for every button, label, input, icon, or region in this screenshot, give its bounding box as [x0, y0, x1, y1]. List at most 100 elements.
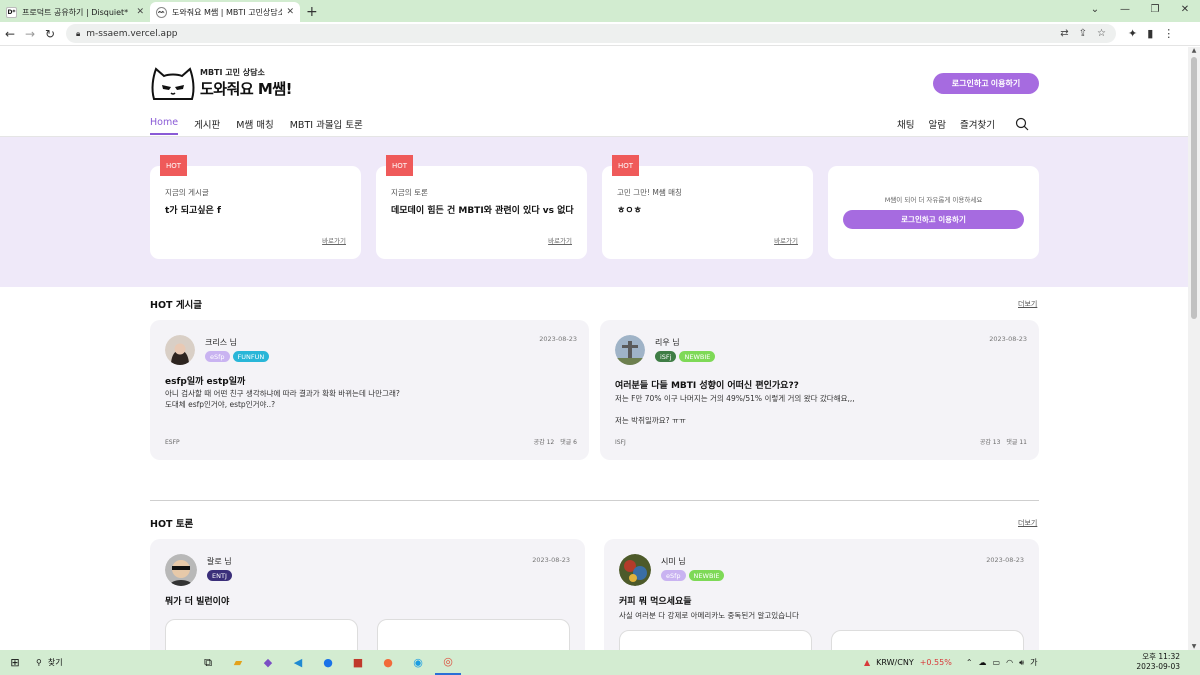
post-body-line: 저는 F만 70% 이구 나머지는 거의 49%/51% 이렇게 거의 왔다 갔…	[615, 394, 855, 403]
go-link[interactable]: 바로가기	[322, 235, 346, 245]
hot-card-title: ㅎㅇㅎ	[617, 206, 642, 216]
post-author: 리우 님	[655, 338, 680, 347]
hot-debate-card[interactable]: HOT 지금의 토론 데모데이 힘든 건 MBTI와 관련이 있다 vs 없다 …	[376, 155, 587, 259]
avatar	[165, 335, 195, 365]
hot-posts-more-link[interactable]: 더보기	[1018, 299, 1037, 309]
nav-matching[interactable]: M쌤 매칭	[236, 117, 273, 135]
login-button[interactable]: 로그인하고 이용하기	[933, 73, 1039, 94]
post-card[interactable]: 크리스 님 2023-08-23 eSfp FUNFUN esfp일까 estp…	[150, 320, 589, 460]
network-icon[interactable]: ◠	[1006, 658, 1013, 667]
hot-debates-more-link[interactable]: 더보기	[1018, 518, 1037, 528]
search-icon[interactable]	[1015, 117, 1029, 131]
avatar	[165, 554, 197, 586]
vote-option-b[interactable]	[831, 630, 1024, 650]
level-tag: FUNFUN	[232, 351, 270, 362]
visual-studio-icon[interactable]: ◆	[255, 650, 281, 675]
sidepanel-icon[interactable]: ▮	[1147, 27, 1153, 40]
nav-alarm[interactable]: 알람	[928, 117, 945, 131]
hot-card-title: t가 되고싶은 f	[165, 206, 221, 216]
nav-debate[interactable]: MBTI 과몰입 토론	[290, 117, 363, 135]
bookmark-star-icon[interactable]: ☆	[1097, 28, 1106, 39]
vscode-icon[interactable]: ◀	[285, 650, 311, 675]
taskbar-search[interactable]: ⚲ 찾기	[30, 650, 195, 675]
nav-board[interactable]: 게시판	[194, 117, 220, 135]
tab-title: 도와줘요 M쌤 | MBTI 고민상담소	[172, 7, 283, 17]
post-comments: 댓글 6	[560, 439, 577, 446]
debate-body: 사실 여러분 다 강제로 아메리카노 중독된거 알고있습니다	[619, 611, 799, 620]
edge-icon[interactable]: ◉	[405, 650, 431, 675]
post-body-spacer	[615, 404, 1025, 415]
stock-widget-icon[interactable]: ▲	[864, 658, 870, 667]
minimize-icon[interactable]: —	[1110, 4, 1140, 15]
promo-login-button[interactable]: 로그인하고 이용하기	[843, 210, 1024, 229]
section-divider	[150, 500, 1039, 501]
nav-home[interactable]: Home	[150, 117, 179, 135]
level-tag: NEWBIE	[679, 351, 716, 362]
debate-date: 2023-08-23	[532, 556, 570, 564]
ime-icon[interactable]: 가	[1030, 657, 1037, 668]
search-icon: ⚲	[36, 658, 42, 667]
forward-icon[interactable]: →	[20, 27, 40, 41]
hot-matching-card[interactable]: HOT 고민 그만! M쌤 매칭 ㅎㅇㅎ 바로가기	[602, 155, 813, 259]
extensions-icon[interactable]: ✦	[1128, 27, 1137, 40]
lock-icon[interactable]: 🔒︎	[76, 29, 80, 39]
postman-icon[interactable]: ●	[375, 650, 401, 675]
scroll-down-icon[interactable]: ▼	[1188, 643, 1200, 650]
translate-icon[interactable]: ⇄	[1060, 28, 1068, 39]
app-icon[interactable]: ■	[345, 650, 371, 675]
tray-chevron-icon[interactable]: ⌃	[966, 658, 973, 667]
post-card[interactable]: 리우 님 2023-08-23 iSFj NEWBIE 여러분들 다들 MBTI…	[600, 320, 1039, 460]
url-input[interactable]: 🔒︎ m-ssaem.vercel.app ⇄ ⇪ ☆	[66, 24, 1116, 43]
vote-option-a[interactable]	[619, 630, 812, 650]
maps-icon[interactable]: ●	[315, 650, 341, 675]
chrome-icon[interactable]: ◎	[435, 650, 461, 675]
tab-search-icon[interactable]: ⌄	[1080, 4, 1110, 15]
taskbar-search-label: 찾기	[47, 658, 63, 667]
share-icon[interactable]: ⇪	[1079, 28, 1087, 39]
hot-badge: HOT	[612, 155, 639, 176]
debate-author: 랄로 님	[207, 557, 232, 566]
nav-favorites[interactable]: 즐겨찾기	[960, 117, 995, 131]
debate-tags: ENTJ	[207, 570, 232, 581]
clock[interactable]: 오후 11:32 2023-09-03	[1136, 652, 1180, 672]
address-bar: ← → ↻ 🔒︎ m-ssaem.vercel.app ⇄ ⇪ ☆ ✦ ▮ ⋮	[0, 22, 1200, 46]
vote-option-b[interactable]	[377, 619, 570, 650]
menu-kebab-icon[interactable]: ⋮	[1163, 27, 1174, 40]
post-likes: 공감 13	[979, 439, 1001, 446]
window-controls: ⌄ — ❐ ✕	[1080, 0, 1200, 18]
cloud-icon[interactable]: ☁	[979, 658, 987, 667]
hot-badge: HOT	[160, 155, 187, 176]
volume-icon[interactable]: 🔊︎	[1019, 658, 1024, 668]
reload-icon[interactable]: ↻	[40, 27, 60, 41]
windows-start-icon[interactable]: ⊞	[0, 656, 30, 669]
vote-option-a[interactable]	[165, 619, 358, 650]
site-logo[interactable]: MBTI 고민 상담소 도와줘요 M쌤!	[150, 65, 293, 101]
new-tab-icon[interactable]: +	[306, 2, 318, 22]
go-link[interactable]: 바로가기	[774, 235, 798, 245]
file-explorer-icon[interactable]: ▰	[225, 650, 251, 675]
post-mbti-type: ESFP	[165, 439, 180, 446]
debate-card[interactable]: 랄로 님 2023-08-23 ENTJ 뭐가 더 빌런이야	[150, 539, 585, 650]
scrollbar-thumb[interactable]	[1191, 57, 1197, 319]
task-view-icon[interactable]: ⧉	[195, 650, 221, 675]
post-body: 저는 F만 70% 이구 나머지는 거의 49%/51% 이렇게 거의 왔다 갔…	[615, 393, 1025, 426]
nav-chat[interactable]: 채팅	[897, 117, 914, 131]
close-tab-icon[interactable]: ✕	[136, 7, 144, 17]
scroll-up-icon[interactable]: ▲	[1188, 47, 1200, 54]
close-window-icon[interactable]: ✕	[1170, 4, 1200, 15]
hot-post-card[interactable]: HOT 지금의 게시글 t가 되고싶은 f 바로가기	[150, 155, 361, 259]
debate-card[interactable]: 시미 님 2023-08-23 eSfp NEWBIE 커피 뭐 먹으세요들 사…	[604, 539, 1039, 650]
post-body-line: 아니 검사할 때 어떤 친구 생각하냐에 따라 결과가 확확 바뀌는데 나만그래…	[165, 389, 400, 398]
back-icon[interactable]: ←	[0, 27, 20, 41]
battery-icon[interactable]: ▭	[993, 658, 1001, 667]
go-link[interactable]: 바로가기	[548, 235, 572, 245]
browser-tab-mssaem[interactable]: ᨐ 도와줘요 M쌤 | MBTI 고민상담소 ✕	[150, 2, 300, 22]
mbti-tag: iSFj	[655, 351, 677, 362]
system-tray: ▲ KRW/CNY +0.55% ⌃ ☁ ▭ ◠ 🔊︎ 가	[864, 650, 1038, 675]
post-comments: 댓글 11	[1006, 439, 1027, 446]
close-tab-icon[interactable]: ✕	[286, 7, 294, 17]
restore-icon[interactable]: ❐	[1140, 4, 1170, 15]
login-promo-card: M쌤이 되어 더 자유롭게 이용하세요 로그인하고 이용하기	[828, 166, 1039, 259]
page-scrollbar[interactable]: ▲ ▼	[1188, 47, 1200, 650]
browser-tab-disquiet[interactable]: D* 프로덕트 공유하기 | Disquiet* ✕	[0, 2, 150, 22]
